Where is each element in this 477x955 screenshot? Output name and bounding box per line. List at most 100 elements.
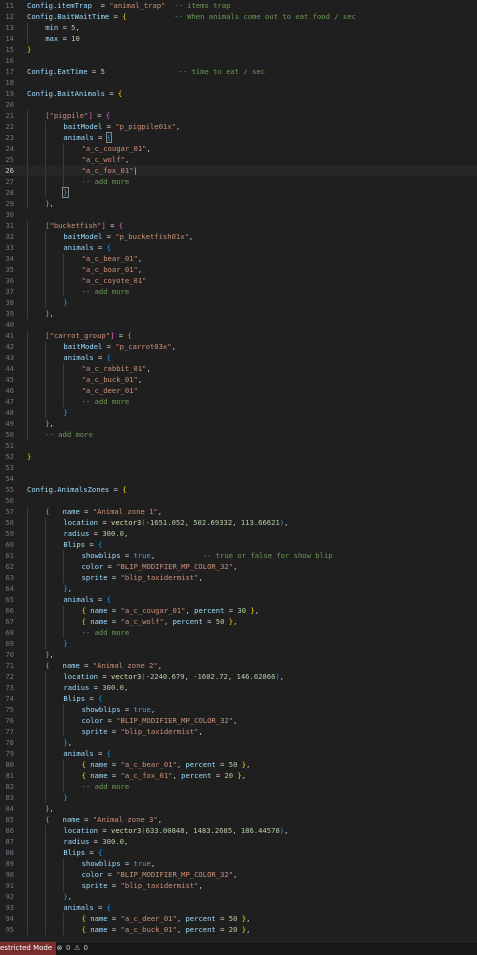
code-line[interactable]: 83} [0,792,477,803]
code-line[interactable]: 82 -- add more [0,781,477,792]
code-line[interactable]: 14 max = 10 [0,33,477,44]
code-line[interactable]: 35 "a_c_boar_01", [0,264,477,275]
code-line[interactable]: 93 animals = { [0,902,477,913]
code-line[interactable]: 16 [0,55,477,66]
code-line[interactable]: 25 "a_c_wolf", [0,154,477,165]
code-line[interactable]: 85 { name = "Animal zone 3", [0,814,477,825]
code-line[interactable]: 33 animals = { [0,242,477,253]
code-text: animals = { [63,594,111,605]
code-line[interactable]: 94 { name = "a_c_deer_01", percent = 50 }… [0,913,477,924]
code-line[interactable]: 48} [0,407,477,418]
code-line[interactable]: 37 -- add more [0,286,477,297]
code-line[interactable]: 31 ["bucketfish"] = { [0,220,477,231]
code-editor[interactable]: 11 Config.itemTrap = "animal_trap" -- ite… [0,0,477,941]
code-line[interactable]: 39}, [0,308,477,319]
indent-guide [27,704,28,715]
code-line[interactable]: 77 sprite = "blip_taxidermist", [0,726,477,737]
code-line[interactable]: 57 { name = "Animal zone 1", [0,506,477,517]
code-line[interactable]: 60 Blips = { [0,539,477,550]
code-line[interactable]: 63 sprite = "blip_taxidermist", [0,572,477,583]
code-line[interactable]: 36 "a_c_coyote_01" [0,275,477,286]
code-line[interactable]: 81 { name = "a_c_fox_01", percent = 20 }, [0,770,477,781]
line-number: 61 [5,551,14,560]
code-line[interactable]: 47 -- add more [0,396,477,407]
code-line[interactable]: 70}, [0,649,477,660]
code-line[interactable]: 34 "a_c_bear_01", [0,253,477,264]
code-line[interactable]: 55 Config.AnimalsZones = { [0,484,477,495]
code-line[interactable]: 86 location = vector3(633.00848, 1483.268… [0,825,477,836]
code-line[interactable]: 22 baitModel = "p_pigpile01x", [0,121,477,132]
code-line[interactable]: 29}, [0,198,477,209]
code-line[interactable]: 38} [0,297,477,308]
code-line[interactable]: 75 showblips = true, [0,704,477,715]
code-line[interactable]: 52} [0,451,477,462]
code-line[interactable]: 18 [0,77,477,88]
code-line[interactable]: 90 color = "BLIP_MODIFIER_MP_COLOR_32", [0,869,477,880]
code-line[interactable]: 62 color = "BLIP_MODIFIER_MP_COLOR_32", [0,561,477,572]
code-line[interactable]: 21 ["pigpile"] = { [0,110,477,121]
code-line[interactable]: 61 showblips = true, -- true or false for… [0,550,477,561]
code-line[interactable]: 56 [0,495,477,506]
code-line[interactable]: 66 { name = "a_c_cougar_01", percent = 30… [0,605,477,616]
code-line[interactable]: 32 baitModel = "p_bucketfish01x", [0,231,477,242]
line-number: 59 [5,529,14,538]
code-line[interactable]: 54 [0,473,477,484]
code-line[interactable]: 80 { name = "a_c_bear_01", percent = 50 }… [0,759,477,770]
code-line[interactable]: 68 -- add more [0,627,477,638]
code-line[interactable]: 30 [0,209,477,220]
code-line[interactable]: 84}, [0,803,477,814]
code-line[interactable]: 59 radius = 300.0, [0,528,477,539]
code-line[interactable]: 95 { name = "a_c_buck_01", percent = 20 }… [0,924,477,935]
code-line[interactable]: 19 Config.BaitAnimals = { [0,88,477,99]
code-line[interactable]: 28} [0,187,477,198]
code-line[interactable]: 41 ["carrot_group"] = { [0,330,477,341]
code-line[interactable]: 26 "a_c_fox_01"| [0,165,477,176]
code-line[interactable]: 73 radius = 300.0, [0,682,477,693]
code-line[interactable]: 15} [0,44,477,55]
code-text: { name = "a_c_fox_01", percent = 20 }, [82,770,246,781]
code-line[interactable]: 44 "a_c_rabbit_01", [0,363,477,374]
code-line[interactable]: 50 -- add more [0,429,477,440]
code-line[interactable]: 27 -- add more [0,176,477,187]
indent-guide [45,704,47,715]
code-line[interactable]: 46 "a_c_deer_01" [0,385,477,396]
code-line[interactable]: 78}, [0,737,477,748]
code-line[interactable]: 72 location = vector3(-2240.679, -1602.72… [0,671,477,682]
indent-guide [45,561,47,572]
code-line[interactable]: 79 animals = { [0,748,477,759]
restricted-mode-indicator[interactable]: estricted Mode [0,942,57,955]
code-line[interactable]: 51 [0,440,477,451]
problems-indicator[interactable]: ⊗ 0 ⚠ 0 [56,942,88,955]
code-line[interactable]: 13 min = 5, [0,22,477,33]
code-line[interactable]: 12 Config.BaitWaitTime = { -- When animal… [0,11,477,22]
code-line[interactable]: 76 color = "BLIP_MODIFIER_MP_COLOR_32", [0,715,477,726]
code-line[interactable]: 42 baitModel = "p_carrot03x", [0,341,477,352]
code-line[interactable]: 91 sprite = "blip_taxidermist", [0,880,477,891]
code-token: = [103,716,117,725]
code-line[interactable]: 40 [0,319,477,330]
code-line[interactable]: 88 Blips = { [0,847,477,858]
code-line[interactable]: 20 [0,99,477,110]
code-line[interactable]: 65 animals = { [0,594,477,605]
code-line[interactable]: 45 "a_c_buck_01", [0,374,477,385]
indent-guide [63,715,65,726]
code-line[interactable]: 89 showblips = true, [0,858,477,869]
indent-guide [27,726,28,737]
code-line[interactable]: 69} [0,638,477,649]
code-line[interactable]: 67 { name = "a_c_wolf", percent = 50 }, [0,616,477,627]
code-line[interactable]: 49}, [0,418,477,429]
code-token: { [127,331,132,340]
code-line[interactable]: 11 Config.itemTrap = "animal_trap" -- ite… [0,0,477,11]
line-number: 86 [5,826,14,835]
code-line[interactable]: 53 [0,462,477,473]
code-line[interactable]: 92}, [0,891,477,902]
code-line[interactable]: 58 location = vector3(-1651.052, 502.6933… [0,517,477,528]
code-line[interactable]: 74 Blips = { [0,693,477,704]
code-line[interactable]: 17 Config.EatTime = 5 -- time to eat / se… [0,66,477,77]
code-line[interactable]: 87 radius = 300.0, [0,836,477,847]
code-line[interactable]: 23 animals = { [0,132,477,143]
code-line[interactable]: 43 animals = { [0,352,477,363]
code-line[interactable]: 71 { name = "Animal zone 2", [0,660,477,671]
code-line[interactable]: 24 "a_c_cougar_01", [0,143,477,154]
code-line[interactable]: 64}, [0,583,477,594]
